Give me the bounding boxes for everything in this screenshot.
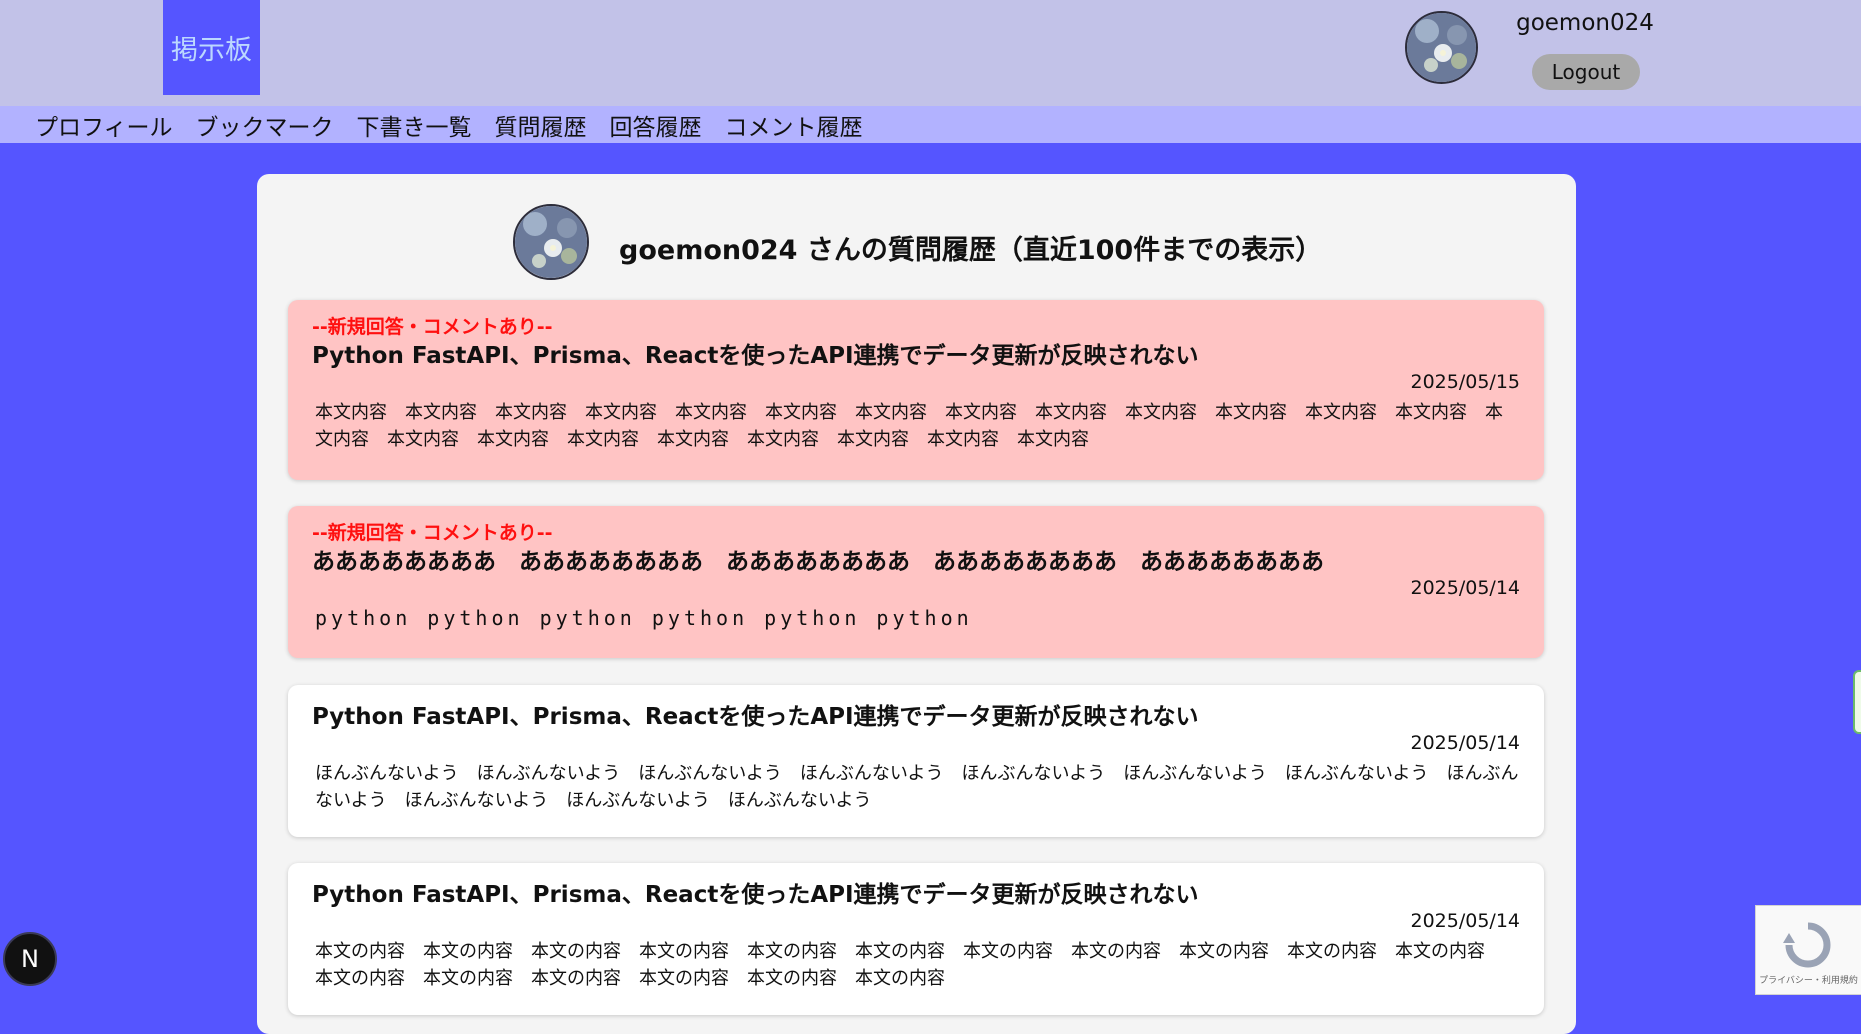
recaptcha-terms-link[interactable]: プライバシー・利用規約 xyxy=(1756,973,1861,986)
recaptcha-icon xyxy=(1783,922,1831,968)
page-header: goemon024 さんの質問履歴（直近100件までの表示） xyxy=(257,204,1576,280)
nav-item-drafts[interactable]: 下書き一覧 xyxy=(357,108,472,142)
question-body: ほんぶんないよう ほんぶんないよう ほんぶんないよう ほんぶんないよう ほんぶん… xyxy=(315,763,1519,811)
nav-item-bookmarks[interactable]: ブックマーク xyxy=(196,108,334,142)
profile-avatar xyxy=(513,204,589,280)
question-body: 本文内容 本文内容 本文内容 本文内容 本文内容 本文内容 本文内容 本文内容 … xyxy=(315,402,1503,450)
nextjs-logo-icon: N xyxy=(21,945,39,973)
question-date: 2025/05/14 xyxy=(1410,732,1520,754)
question-card[interactable]: Python FastAPI、Prisma、Reactを使ったAPI連携でデータ… xyxy=(288,685,1544,837)
nav-item-comment-history[interactable]: コメント履歴 xyxy=(725,108,863,142)
side-extension-tab[interactable] xyxy=(1853,670,1861,734)
question-title[interactable]: Python FastAPI、Prisma、Reactを使ったAPI連携でデータ… xyxy=(312,879,1520,911)
user-avatar[interactable] xyxy=(1405,11,1478,84)
question-body: python python python python python pytho… xyxy=(315,606,973,630)
question-title[interactable]: ああああああああ ああああああああ ああああああああ ああああああああ ああああ… xyxy=(312,546,1520,578)
header-username: goemon024 xyxy=(1516,10,1654,36)
avatar-image-icon xyxy=(515,206,587,278)
question-body: 本文の内容 本文の内容 本文の内容 本文の内容 本文の内容 本文の内容 本文の内… xyxy=(315,941,1503,989)
question-title[interactable]: Python FastAPI、Prisma、Reactを使ったAPI連携でデータ… xyxy=(312,340,1520,372)
nav-item-profile[interactable]: プロフィール xyxy=(35,108,173,142)
question-title[interactable]: Python FastAPI、Prisma、Reactを使ったAPI連携でデータ… xyxy=(312,701,1520,733)
logo-text: 掲示板 xyxy=(171,35,252,66)
user-nav: プロフィール ブックマーク 下書き一覧 質問履歴 回答履歴 コメント履歴 xyxy=(0,106,1861,143)
question-date: 2025/05/14 xyxy=(1410,910,1520,932)
site-logo[interactable]: 掲示板 xyxy=(163,0,260,95)
new-activity-badge: --新規回答・コメントあり-- xyxy=(312,522,553,544)
recaptcha-badge[interactable]: プライバシー・利用規約 xyxy=(1755,905,1861,995)
question-card[interactable]: Python FastAPI、Prisma、Reactを使ったAPI連携でデータ… xyxy=(288,863,1544,1015)
site-header: 掲示板 goemon024 Logout xyxy=(0,0,1861,106)
question-card[interactable]: --新規回答・コメントあり-- ああああああああ ああああああああ ああああああ… xyxy=(288,506,1544,658)
page-title: goemon024 さんの質問履歴（直近100件までの表示） xyxy=(619,235,1323,266)
nav-item-answer-history[interactable]: 回答履歴 xyxy=(610,108,702,142)
avatar-image-icon xyxy=(1407,13,1476,82)
nextjs-devtools-button[interactable]: N xyxy=(3,932,57,986)
logout-button[interactable]: Logout xyxy=(1532,54,1640,90)
question-card[interactable]: --新規回答・コメントあり-- Python FastAPI、Prisma、Re… xyxy=(288,300,1544,480)
new-activity-badge: --新規回答・コメントあり-- xyxy=(312,316,553,338)
question-date: 2025/05/15 xyxy=(1410,371,1520,393)
question-date: 2025/05/14 xyxy=(1410,577,1520,599)
nav-item-question-history[interactable]: 質問履歴 xyxy=(495,108,587,142)
